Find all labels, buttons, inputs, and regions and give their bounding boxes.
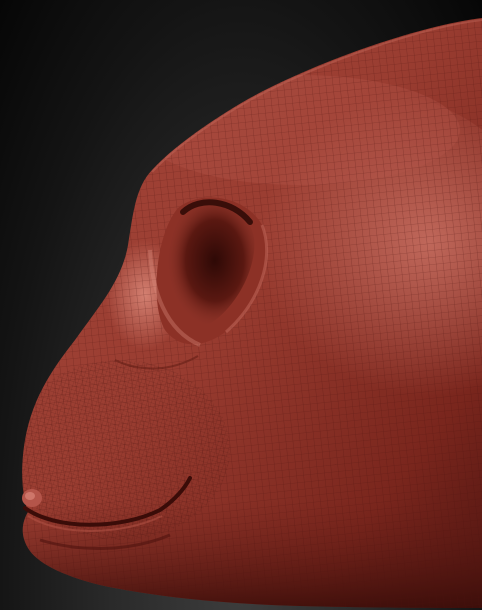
sculpt-viewport[interactable] — [0, 0, 482, 610]
sculpt-render — [22, 18, 482, 608]
snout-tip — [22, 489, 42, 507]
